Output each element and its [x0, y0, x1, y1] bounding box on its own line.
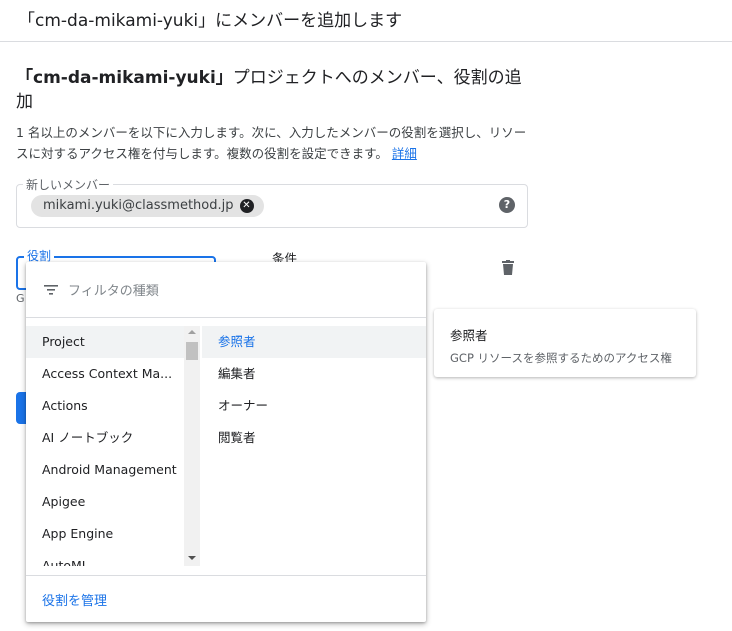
role-item[interactable]: オーナー — [202, 390, 426, 422]
tooltip-description: GCP リソースを参照するためのアクセス権 — [450, 351, 672, 365]
project-name: 「cm-da-mikami-yuki」 — [16, 68, 233, 88]
tooltip-title: 参照者 — [450, 328, 488, 343]
description: 1 名以上のメンバーを以下に入力します。次に、入力したメンバーの役割を選択し、リ… — [16, 122, 531, 164]
category-list: Project Access Context Ma... Actions AI … — [26, 326, 184, 566]
dropdown-footer: 役割を管理 — [26, 575, 426, 622]
close-icon[interactable]: ✕ — [239, 199, 254, 213]
scrollbar-thumb[interactable] — [186, 342, 198, 360]
filter-input[interactable]: フィルタの種類 — [68, 280, 159, 299]
member-chip-text: mikami.yuki@classmethod.jp — [43, 198, 234, 213]
category-item[interactable]: AutoML — [26, 550, 184, 566]
role-tooltip: 参照者 GCP リソースを参照するためのアクセス権 — [434, 309, 696, 377]
role-item[interactable]: 参照者 — [202, 326, 426, 358]
new-member-label: 新しいメンバー — [23, 176, 114, 193]
category-scrollbar[interactable] — [184, 326, 200, 566]
category-item[interactable]: AI ノートブック — [26, 422, 184, 454]
trash-icon[interactable] — [501, 260, 515, 276]
help-icon[interactable]: ? — [499, 197, 515, 213]
category-item[interactable]: Project — [26, 326, 184, 358]
dialog-header: 「cm-da-mikami-yuki」にメンバーを追加します — [0, 0, 732, 42]
manage-roles-link[interactable]: 役割を管理 — [42, 594, 107, 609]
role-hint: G — [16, 292, 25, 305]
member-chip: mikami.yuki@classmethod.jp ✕ — [31, 195, 264, 217]
role-item[interactable]: 編集者 — [202, 358, 426, 390]
role-list: 参照者 編集者 オーナー 閲覧者 — [202, 326, 426, 454]
filter-icon — [44, 284, 58, 295]
description-text: 1 名以上のメンバーを以下に入力します。次に、入力したメンバーの役割を選択し、リ… — [16, 125, 527, 161]
category-item[interactable]: Access Context Ma... — [26, 358, 184, 390]
category-item[interactable]: Android Management — [26, 454, 184, 486]
page-title: 「cm-da-mikami-yuki」プロジェクトへのメンバー、役割の追加 — [16, 66, 526, 114]
category-item[interactable]: Apigee — [26, 486, 184, 518]
category-item[interactable]: Actions — [26, 390, 184, 422]
scroll-down-icon[interactable] — [188, 556, 196, 560]
filter-row[interactable]: フィルタの種類 — [26, 262, 426, 318]
scroll-up-icon[interactable] — [188, 330, 196, 334]
new-member-field[interactable]: 新しいメンバー mikami.yuki@classmethod.jp ✕ ? — [16, 176, 528, 228]
role-dropdown: フィルタの種類 Project Access Context Ma... Act… — [26, 262, 426, 622]
category-item[interactable]: App Engine — [26, 518, 184, 550]
details-link[interactable]: 詳細 — [392, 146, 417, 161]
role-item[interactable]: 閲覧者 — [202, 422, 426, 454]
